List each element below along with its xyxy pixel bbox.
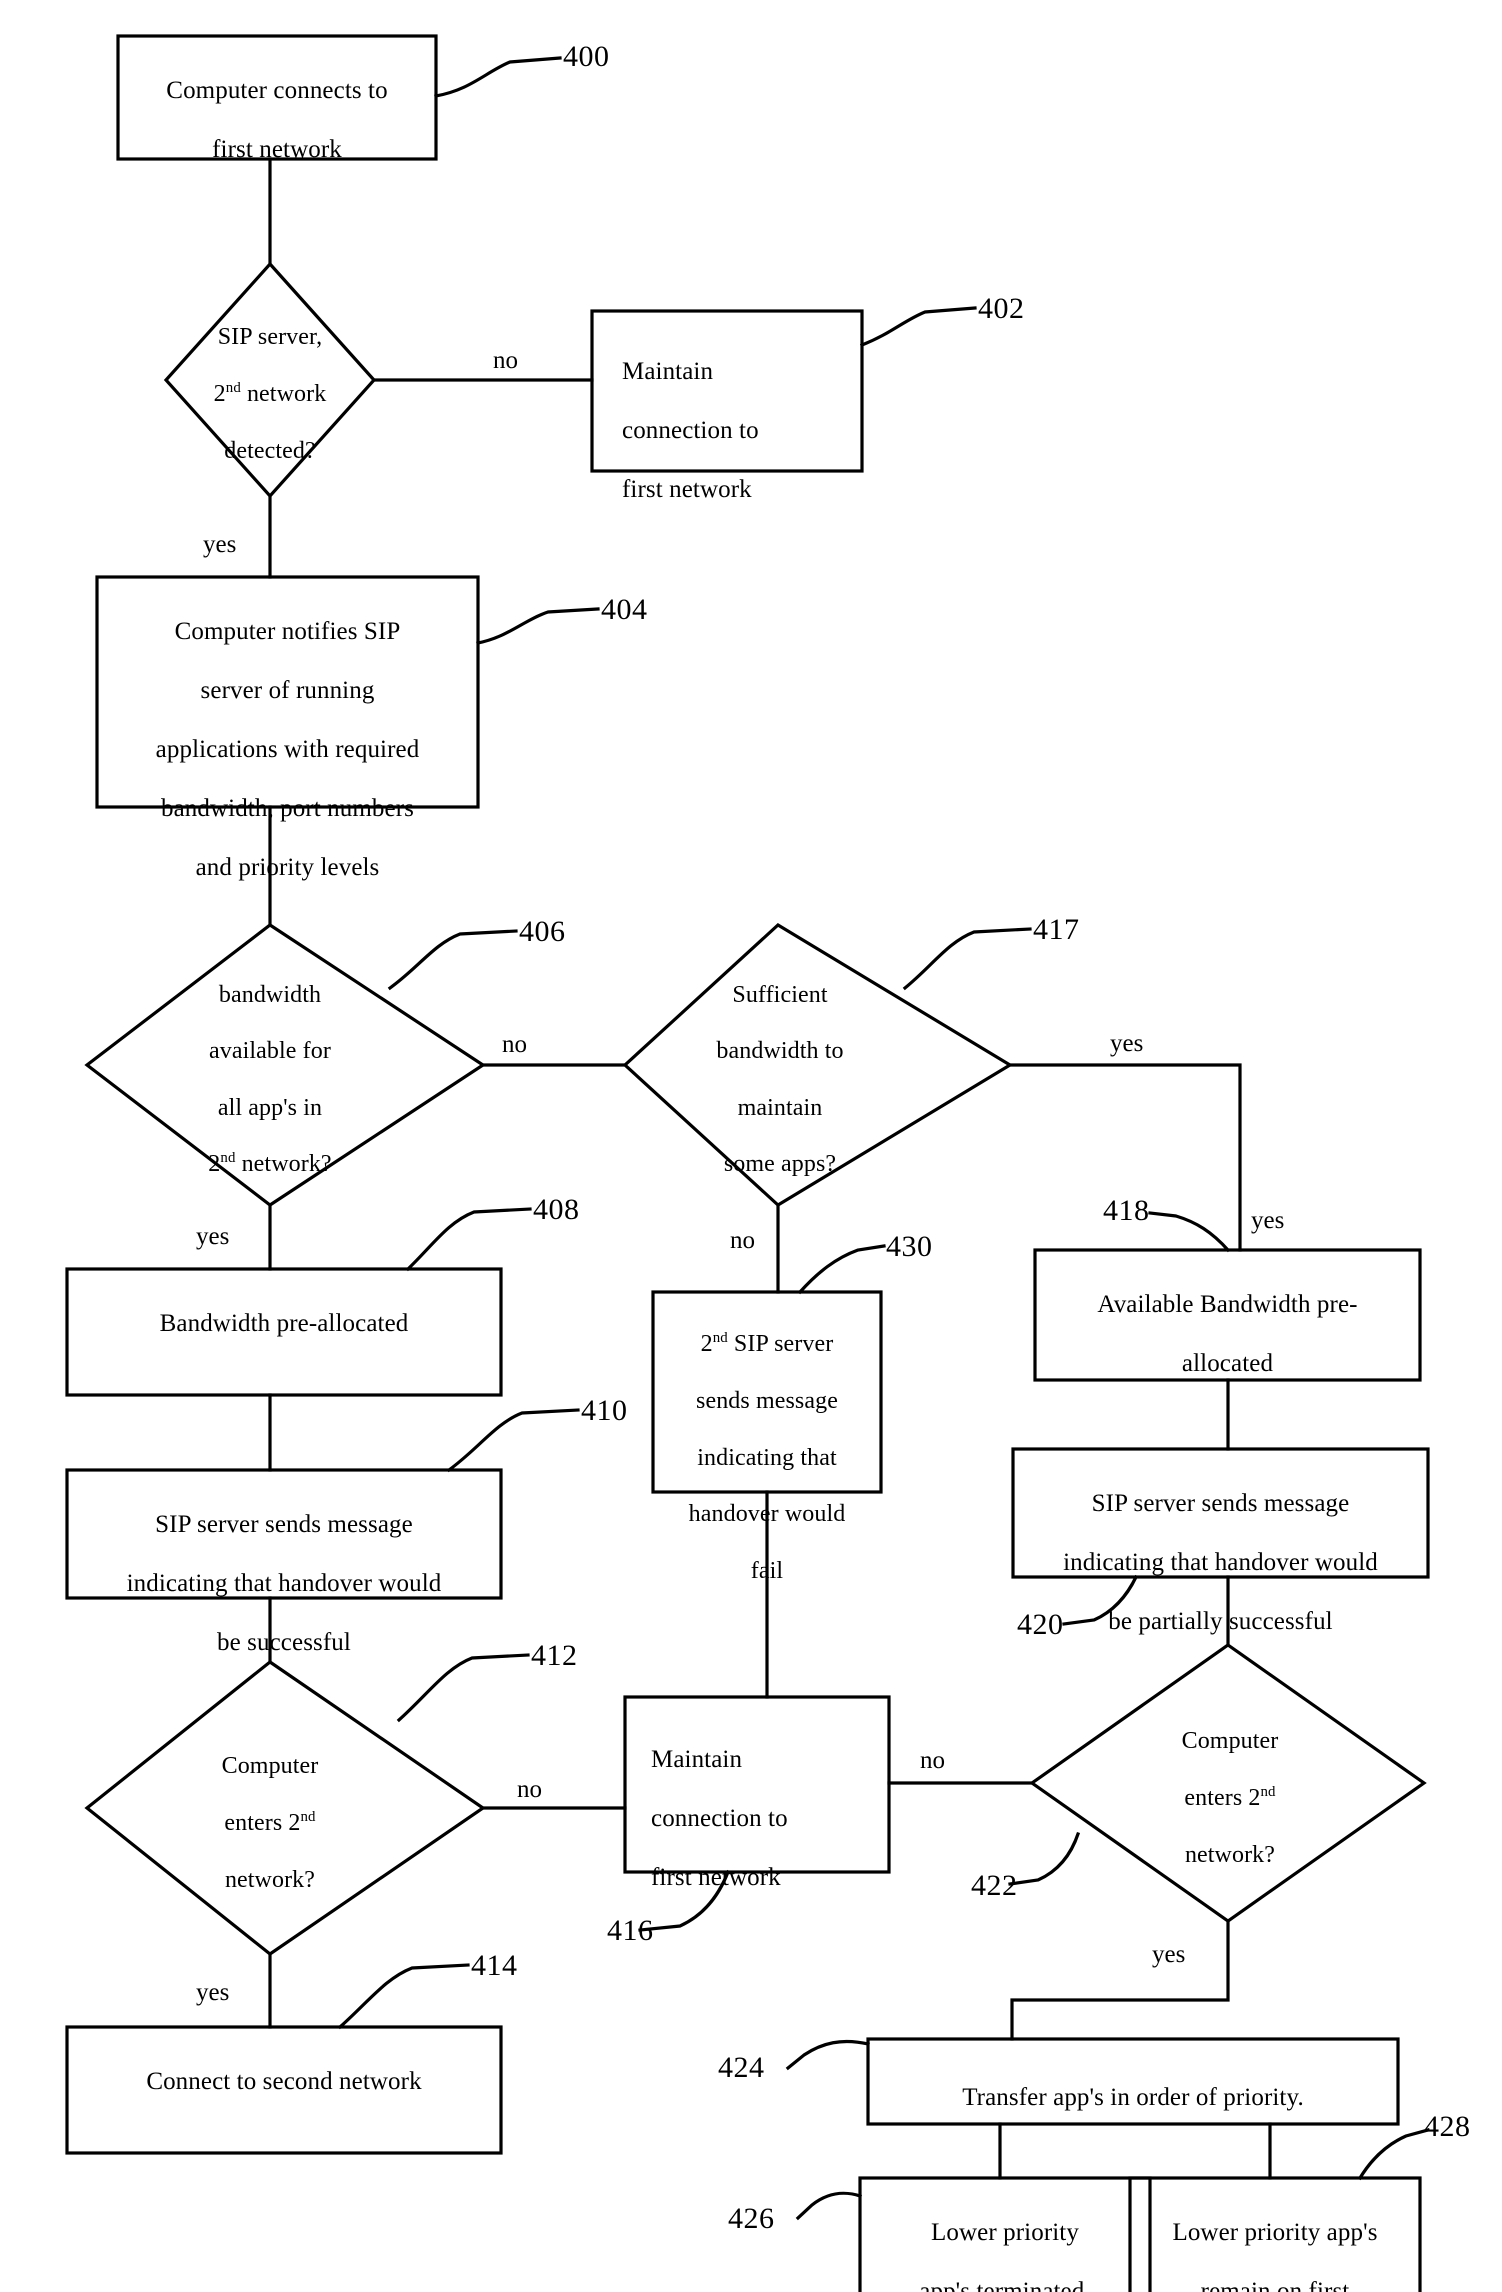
leader-400 xyxy=(434,56,562,98)
ref-numeral-420: 420 xyxy=(1017,1608,1064,1641)
leader-412 xyxy=(396,1653,530,1723)
node-402-shape xyxy=(590,309,864,473)
leader-418 xyxy=(1148,1211,1231,1253)
node-428-shape xyxy=(1128,2176,1422,2292)
leader-422 xyxy=(1008,1831,1081,1886)
ref-numeral-416: 416 xyxy=(607,1914,654,1947)
leader-420 xyxy=(1062,1574,1139,1626)
edge-label-406-no: no xyxy=(502,1031,527,1058)
ref-numeral-410: 410 xyxy=(581,1394,628,1427)
leader-402 xyxy=(859,306,977,348)
ref-numeral-408: 408 xyxy=(533,1193,580,1226)
node-400-shape xyxy=(116,34,438,161)
edge-label-417-yes: yes xyxy=(1110,1030,1144,1057)
ref-numeral-402: 402 xyxy=(978,292,1025,325)
leader-417 xyxy=(902,927,1032,991)
leader-430 xyxy=(797,1244,886,1295)
ref-numeral-414: 414 xyxy=(471,1949,518,1982)
ref-numeral-426: 426 xyxy=(728,2202,775,2235)
node-412-shape xyxy=(84,1660,486,1956)
node-404-shape xyxy=(95,575,480,809)
edge-label-401-no: no xyxy=(493,347,518,374)
leader-408 xyxy=(405,1207,532,1272)
node-410-shape xyxy=(65,1468,503,1600)
leader-404 xyxy=(476,607,600,645)
ref-numeral-400: 400 xyxy=(563,40,610,73)
edge-label-417-no: no xyxy=(730,1227,755,1254)
node-422-shape xyxy=(1029,1643,1427,1923)
node-401-shape xyxy=(163,261,377,499)
edge-label-418-yes: yes xyxy=(1251,1207,1285,1234)
edge-label-412-no: no xyxy=(517,1776,542,1803)
leader-410 xyxy=(446,1408,580,1473)
leader-406 xyxy=(387,929,518,991)
node-406-shape xyxy=(84,923,486,1207)
ref-numeral-430: 430 xyxy=(886,1230,933,1263)
leader-426 xyxy=(795,2191,863,2221)
leader-424 xyxy=(785,2039,870,2071)
edge-label-401-yes: yes xyxy=(203,531,237,558)
node-416-shape xyxy=(623,1695,891,1874)
ref-numeral-428: 428 xyxy=(1424,2110,1471,2143)
edge-422-yes-to-424 xyxy=(1010,1919,1230,2041)
leader-414 xyxy=(337,1963,470,2030)
edge-label-422-yes: yes xyxy=(1152,1941,1186,1968)
node-408-shape xyxy=(65,1267,503,1397)
node-414-shape xyxy=(65,2025,503,2155)
node-426-shape xyxy=(858,2176,1152,2292)
ref-numeral-406: 406 xyxy=(519,915,566,948)
ref-numeral-418: 418 xyxy=(1103,1194,1150,1227)
edge-label-406-yes: yes xyxy=(196,1223,230,1250)
node-417-shape xyxy=(622,923,1014,1207)
edge-label-412-yes: yes xyxy=(196,1979,230,2006)
flowchart-canvas xyxy=(65,34,1430,2292)
leader-428 xyxy=(1357,2128,1430,2181)
node-424-shape xyxy=(866,2037,1400,2126)
ref-numeral-417: 417 xyxy=(1033,913,1080,946)
ref-numeral-422: 422 xyxy=(971,1869,1018,1902)
node-420-shape xyxy=(1011,1447,1430,1579)
node-430-shape xyxy=(651,1290,883,1494)
ref-numeral-412: 412 xyxy=(531,1639,578,1672)
ref-numeral-424-visible: 424 xyxy=(718,2051,765,2084)
flowchart-page: Computer connects to first network SIP s… xyxy=(0,0,1502,2292)
edge-label-422-no: no xyxy=(920,1747,945,1774)
node-418-shape xyxy=(1033,1248,1422,1382)
ref-numeral-404: 404 xyxy=(601,593,648,626)
